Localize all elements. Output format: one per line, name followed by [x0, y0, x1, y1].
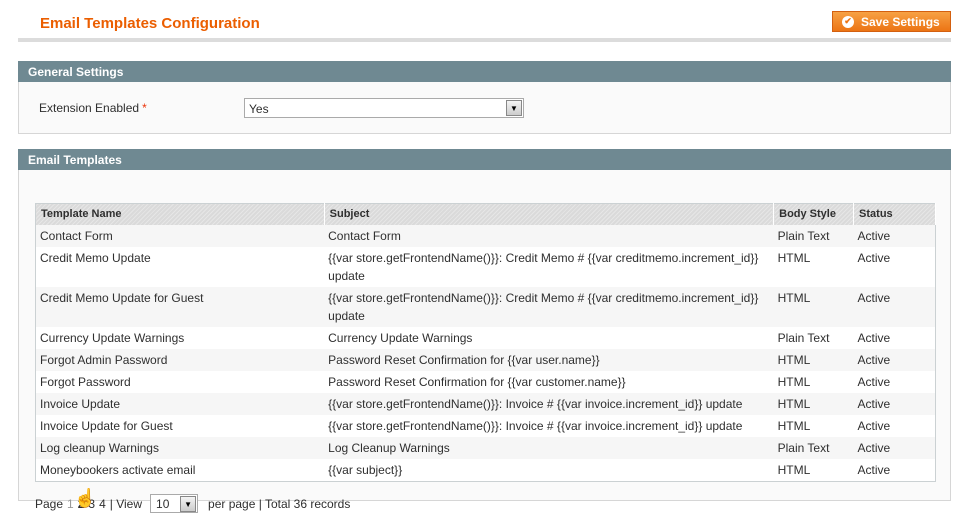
template-name-cell: Invoice Update — [35, 392, 325, 415]
body-style-cell: HTML — [773, 370, 854, 393]
body-style-cell: HTML — [773, 348, 854, 371]
body-style-cell: Plain Text — [773, 436, 854, 459]
page-label: Page — [35, 496, 64, 511]
body-style-cell: HTML — [773, 414, 854, 437]
table-row[interactable]: Credit Memo Update for Guest {{var store.… — [35, 286, 936, 327]
table-row[interactable]: Credit Memo Update {{var store.getFronten… — [35, 246, 936, 287]
email-templates-header: Email Templates — [18, 149, 951, 170]
body-style-cell: Plain Text — [773, 326, 854, 349]
subject-cell: {{var store.getFrontendName()}}: Invoice… — [324, 414, 774, 437]
per-page-select[interactable]: 10 ▼ — [150, 494, 199, 513]
total-records: per page | Total 36 records — [208, 496, 351, 511]
body-style-cell: HTML — [773, 392, 854, 415]
status-cell: Active — [853, 326, 936, 349]
body-style-cell: HTML — [773, 458, 854, 481]
subject-cell: {{var store.getFrontendName()}}: Credit … — [324, 246, 774, 287]
status-cell: Active — [853, 370, 936, 393]
body-style-cell: Plain Text — [773, 224, 854, 247]
divider — [18, 38, 951, 42]
subject-cell: {{var subject}} — [324, 458, 774, 481]
table-row[interactable]: Currency Update Warnings Currency Update … — [35, 326, 936, 349]
template-name-cell: Invoice Update for Guest — [35, 414, 325, 437]
table-row[interactable]: Forgot Admin Password Password Reset Conf… — [35, 348, 936, 371]
status-cell: Active — [853, 436, 936, 459]
extension-enabled-label: Extension Enabled * — [39, 101, 147, 115]
page-link-1: 1 — [67, 496, 74, 511]
page-link-4[interactable]: 4 — [99, 497, 106, 511]
template-name-cell: Currency Update Warnings — [35, 326, 325, 349]
save-settings-label: Save Settings — [861, 14, 940, 29]
chevron-down-icon[interactable]: ▼ — [180, 496, 197, 512]
column-header[interactable]: Status — [853, 203, 936, 225]
general-settings-panel: Extension Enabled * Yes ▼ — [18, 82, 951, 134]
email-templates-table: Template Name Subject Body Style Status Con… — [35, 203, 936, 482]
status-cell: Active — [853, 458, 936, 481]
hand-cursor-icon: ☝ — [74, 488, 97, 508]
status-cell: Active — [853, 414, 936, 437]
table-row[interactable]: Invoice Update {{var store.getFrontendNam… — [35, 392, 936, 415]
chevron-down-icon[interactable]: ▼ — [506, 100, 522, 116]
table-row[interactable]: Log cleanup Warnings Log Cleanup Warnings… — [35, 436, 936, 459]
general-settings-header: General Settings — [18, 61, 951, 82]
column-header[interactable]: Template Name — [35, 203, 325, 225]
status-cell: Active — [853, 224, 936, 247]
table-row[interactable]: Moneybookers activate email {{var subject… — [35, 458, 936, 481]
subject-cell: Password Reset Confirmation for {{var us… — [324, 348, 774, 371]
template-name-cell: Credit Memo Update for Guest — [35, 286, 325, 327]
check-icon: ✔ — [842, 15, 854, 28]
template-name-cell: Moneybookers activate email — [35, 458, 325, 481]
status-cell: Active — [853, 286, 936, 327]
table-row[interactable]: Forgot Password Password Reset Confirmati… — [35, 370, 936, 393]
status-cell: Active — [853, 246, 936, 287]
save-settings-button[interactable]: ✔ Save Settings — [832, 11, 951, 32]
subject-cell: Currency Update Warnings — [324, 326, 774, 349]
body-style-cell: HTML — [773, 286, 854, 327]
subject-cell: Password Reset Confirmation for {{var cu… — [324, 370, 774, 393]
subject-cell: {{var store.getFrontendName()}}: Credit … — [324, 286, 774, 327]
view-label: | View — [109, 496, 143, 511]
template-name-cell: Contact Form — [35, 224, 325, 247]
column-header[interactable]: Body Style — [773, 203, 855, 225]
subject-cell: Contact Form — [324, 224, 774, 247]
template-name-cell: Credit Memo Update — [35, 246, 325, 287]
table-row[interactable]: Invoice Update for Guest {{var store.getF… — [35, 414, 936, 437]
status-cell: Active — [853, 348, 936, 371]
table-row[interactable]: Contact Form Contact Form Plain Text Active — [35, 224, 936, 247]
subject-cell: Log Cleanup Warnings — [324, 436, 774, 459]
template-name-cell: Forgot Admin Password — [35, 348, 325, 371]
subject-cell: {{var store.getFrontendName()}}: Invoice… — [324, 392, 774, 415]
column-header[interactable]: Subject — [324, 203, 775, 225]
page-title: Email Templates Configuration — [40, 15, 260, 32]
template-name-cell: Forgot Password — [35, 370, 325, 393]
extension-enabled-select[interactable]: Yes ▼ — [244, 98, 524, 118]
email-templates-panel: Template Name Subject Body Style Status Con… — [18, 170, 951, 513]
template-name-cell: Log cleanup Warnings — [35, 436, 325, 459]
status-cell: Active — [853, 392, 936, 415]
body-style-cell: HTML — [773, 246, 854, 287]
